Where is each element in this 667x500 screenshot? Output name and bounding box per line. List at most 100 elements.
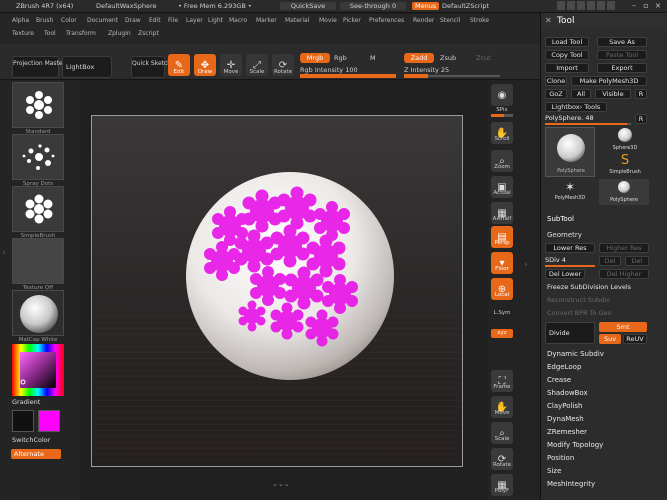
z-intensity-slider[interactable]: Z Intensity 25 xyxy=(404,66,449,74)
m-button[interactable]: M xyxy=(370,54,376,62)
reuv-button[interactable]: ReUV xyxy=(623,334,647,344)
size-section[interactable]: Size xyxy=(547,467,663,475)
paste-tool-button[interactable]: Paste Tool xyxy=(597,50,647,60)
lightbox-button[interactable]: LightBox xyxy=(62,56,112,78)
switch-color-button[interactable]: SwitchColor xyxy=(12,436,50,444)
rgb-intensity-slider[interactable]: Rgb Intensity 100 xyxy=(300,66,358,74)
convert-bpr-button[interactable]: Convert BPR To Geo xyxy=(547,309,663,317)
alternate-button[interactable]: Alternate xyxy=(11,449,61,459)
crease-section[interactable]: Crease xyxy=(547,376,663,384)
geometry-section[interactable]: Geometry xyxy=(547,231,663,239)
tool-thumbnail-simplebrush[interactable]: S SimpleBrush xyxy=(599,153,651,179)
document-canvas[interactable] xyxy=(91,115,463,467)
menu-stroke[interactable]: Stroke xyxy=(470,17,489,24)
rgb-intensity-track[interactable] xyxy=(300,74,396,78)
z-intensity-track[interactable] xyxy=(404,74,500,78)
help-icon[interactable] xyxy=(557,1,565,10)
menu-brush[interactable]: Brush xyxy=(36,17,53,24)
all-button[interactable]: All xyxy=(571,89,591,99)
save-as-button[interactable]: Save As xyxy=(597,37,647,47)
quicksave-button[interactable]: QuickSave xyxy=(280,2,336,10)
lsym-button[interactable]: L.Sym xyxy=(488,310,516,316)
load-tool-button[interactable]: Load Tool xyxy=(545,37,589,47)
gradient-label[interactable]: Gradient xyxy=(12,398,40,406)
tool-thumbnail-sphere3d[interactable]: Sphere3D xyxy=(599,127,651,151)
zcut-button[interactable]: Zcut xyxy=(476,54,491,62)
meshintegrity-section[interactable]: MeshIntegrity xyxy=(547,480,663,488)
color-picker[interactable] xyxy=(12,344,64,396)
export-button[interactable]: Export xyxy=(597,63,647,73)
menu-picker[interactable]: Picker xyxy=(343,17,361,24)
main-color-swatch[interactable] xyxy=(12,410,34,432)
bottom-tray-expand-icon[interactable]: ⌄⌄⌄ xyxy=(272,480,290,488)
menu-transform[interactable]: Transform xyxy=(66,30,96,37)
menu-document[interactable]: Document xyxy=(87,17,118,24)
visible-button[interactable]: Visible xyxy=(595,89,631,99)
color-icon[interactable] xyxy=(597,1,605,10)
menu-alpha[interactable]: Alpha xyxy=(12,17,29,24)
projection-master-button[interactable]: Projection Master xyxy=(12,56,65,78)
default-zscript-button[interactable]: DefaultZScript xyxy=(442,2,489,10)
copy-tool-button[interactable]: Copy Tool xyxy=(545,50,589,60)
menu-stencil[interactable]: Stencil xyxy=(440,17,460,24)
alpha-thumbnail[interactable] xyxy=(12,186,64,232)
position-section[interactable]: Position xyxy=(547,454,663,462)
brush-icon[interactable] xyxy=(587,1,595,10)
collapse-icon[interactable]: ✕ xyxy=(545,16,552,25)
menu-draw[interactable]: Draw xyxy=(125,17,141,24)
menu-texture[interactable]: Texture xyxy=(12,30,34,37)
rgb-button[interactable]: Rgb xyxy=(334,54,347,62)
make-polymesh-button[interactable]: Make PolyMesh3D xyxy=(571,76,647,86)
menu-zscript[interactable]: Zscript xyxy=(138,30,159,37)
zremesher-section[interactable]: ZRemesher xyxy=(547,428,663,436)
layout-icon[interactable] xyxy=(567,1,575,10)
menu-layer[interactable]: Layer xyxy=(186,17,203,24)
menu-edit[interactable]: Edit xyxy=(149,17,161,24)
import-button[interactable]: Import xyxy=(545,63,589,73)
menu-zplugin[interactable]: Zplugin xyxy=(108,30,131,37)
del-button[interactable]: Del xyxy=(599,256,621,266)
ui-icon[interactable] xyxy=(577,1,585,10)
menu-color[interactable]: Color xyxy=(61,17,77,24)
dynamic-subdiv-section[interactable]: Dynamic Subdiv xyxy=(547,350,663,358)
divide-button[interactable]: Divide xyxy=(545,322,595,344)
suv-button[interactable]: Suv xyxy=(599,334,621,344)
close-icon[interactable]: × xyxy=(653,1,663,11)
xyz-button[interactable]: xyz xyxy=(491,329,513,338)
maximize-icon[interactable]: ▫ xyxy=(641,1,651,11)
menus-button[interactable]: Menus xyxy=(412,2,440,10)
freeze-subdivision-button[interactable]: Freeze SubDivision Levels xyxy=(547,283,663,291)
menu-movie[interactable]: Movie xyxy=(319,17,337,24)
menu-macro[interactable]: Macro xyxy=(229,17,247,24)
del-higher-button[interactable]: Del Higher xyxy=(599,269,649,279)
right-tray-expand-icon[interactable]: › xyxy=(524,260,528,270)
shadowbox-section[interactable]: ShadowBox xyxy=(547,389,663,397)
lower-res-button[interactable]: Lower Res xyxy=(545,243,595,253)
subtool-section[interactable]: SubTool xyxy=(547,215,663,223)
modify-topology-section[interactable]: Modify Topology xyxy=(547,441,663,449)
menu-tool[interactable]: Tool xyxy=(44,30,56,37)
material-thumbnail[interactable] xyxy=(12,290,64,336)
stroke-thumbnail[interactable] xyxy=(12,134,64,180)
spix-slider[interactable] xyxy=(491,114,513,117)
quick-sketch-button[interactable]: Quick Sketch xyxy=(131,56,171,78)
palette-icon[interactable] xyxy=(607,1,615,10)
minimize-icon[interactable]: – xyxy=(629,1,639,11)
higher-res-button[interactable]: Higher Res xyxy=(599,243,649,253)
left-tray-expand-icon[interactable]: ‹ xyxy=(2,248,6,258)
secondary-color-swatch[interactable] xyxy=(38,410,60,432)
claypolish-section[interactable]: ClayPolish xyxy=(547,402,663,410)
texture-thumbnail[interactable] xyxy=(12,238,64,284)
menu-light[interactable]: Light xyxy=(208,17,223,24)
sdiv-extra-button[interactable]: Del xyxy=(625,256,649,266)
menu-file[interactable]: File xyxy=(168,17,178,24)
menu-material[interactable]: Material xyxy=(285,17,309,24)
tool-thumbnail-polymesh3d[interactable]: ✶ PolyMesh3D xyxy=(545,179,595,205)
see-through-slider[interactable]: See-through 0 xyxy=(340,2,406,10)
goz-button[interactable]: GoZ xyxy=(545,89,567,99)
mrgb-button[interactable]: Mrgb xyxy=(300,53,330,63)
smt-button[interactable]: Smt xyxy=(599,322,647,332)
tool-thumbnail-main[interactable]: PolySphere xyxy=(545,127,595,177)
menu-render[interactable]: Render xyxy=(413,17,434,24)
clone-button[interactable]: Clone xyxy=(545,76,567,86)
